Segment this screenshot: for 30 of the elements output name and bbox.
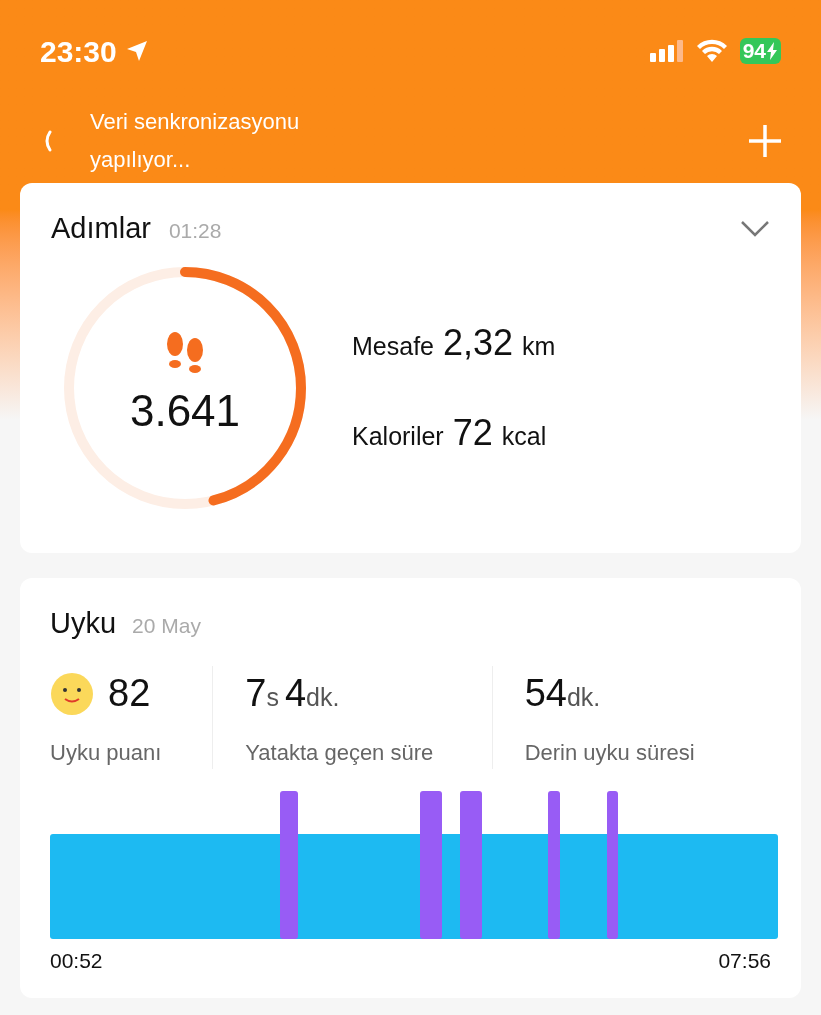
stat-value: 82 bbox=[108, 671, 151, 716]
stat-value: 7 bbox=[245, 671, 267, 716]
metric-unit: km bbox=[522, 330, 556, 362]
stat-unit: dk. bbox=[306, 682, 340, 713]
stat-unit: dk. bbox=[566, 682, 601, 713]
stat-unit: s bbox=[266, 682, 279, 713]
chevron-down-icon[interactable] bbox=[740, 219, 770, 238]
status-time: 23:30 bbox=[40, 33, 117, 70]
stat-value: 4 bbox=[284, 671, 307, 716]
card-title: Adımlar bbox=[51, 211, 151, 246]
step-count: 3.641 bbox=[129, 384, 241, 437]
metric-value: 72 bbox=[452, 410, 493, 455]
chart-start-time: 00:52 bbox=[50, 947, 103, 974]
metric-value: 2,32 bbox=[443, 320, 514, 365]
stat-value: 54 bbox=[524, 671, 567, 716]
sync-status-text: Veri senkronizasyonu yapılıyor... bbox=[90, 108, 301, 174]
stat-label: Derin uyku süresi bbox=[524, 738, 696, 767]
stat-label: Uyku puanı bbox=[50, 738, 163, 767]
card-title: Uyku bbox=[50, 606, 117, 641]
metric-label: Kaloriler bbox=[352, 420, 444, 452]
card-date: 20 May bbox=[132, 613, 201, 639]
card-time: 01:28 bbox=[168, 218, 222, 244]
battery-indicator: 94 bbox=[739, 38, 781, 64]
smiley-icon bbox=[50, 671, 94, 716]
signal-icon bbox=[649, 40, 684, 62]
chart-end-time: 07:56 bbox=[718, 947, 771, 974]
wifi-icon bbox=[695, 39, 728, 63]
metric-unit: kcal bbox=[501, 420, 547, 452]
metric-label: Mesafe bbox=[352, 330, 434, 362]
stat-label: Yatakta geçen süre bbox=[245, 738, 435, 767]
